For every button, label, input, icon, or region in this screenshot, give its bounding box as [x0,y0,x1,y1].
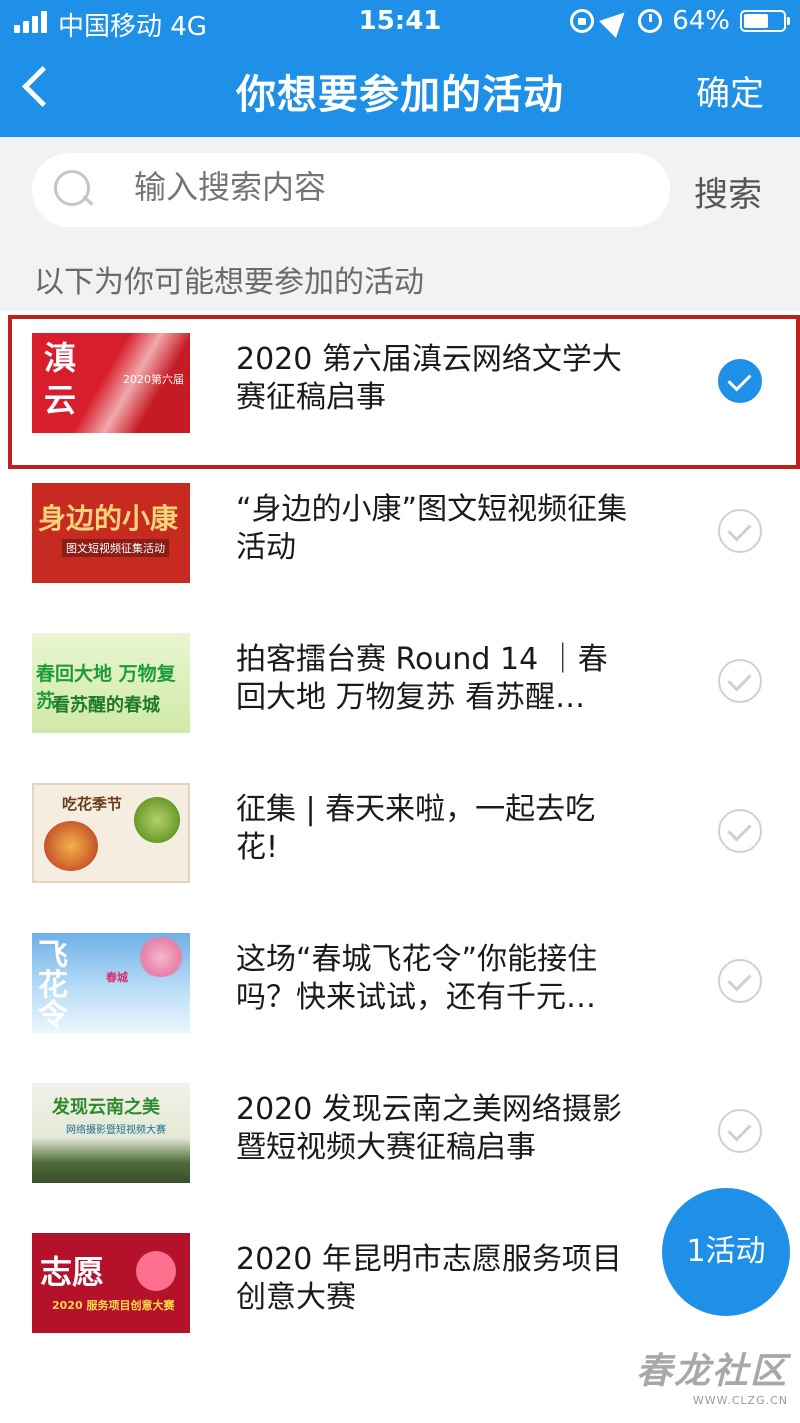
thumbnail-text: 志愿 [40,1253,105,1291]
thumbnail-caption: 2020第六届 [123,373,184,386]
list-item[interactable]: 春回大地 万物复苏 看苏醒的春城 拍客擂台赛 Round 14 ｜春回大地 万物… [0,611,800,761]
check-icon[interactable] [718,659,762,703]
list-item[interactable]: 发现云南之美 网络摄影暨短视频大赛 2020 发现云南之美网络摄影暨短视频大赛征… [0,1061,800,1211]
activity-title: “身边的小康”图文短视频征集活动 [236,492,628,565]
orientation-lock-icon [570,9,595,33]
status-bar: 中国移动 4G 15:41 64% [0,0,800,46]
thumbnail-caption: 2020 服务项目创意大赛 [52,1299,175,1312]
search-input[interactable] [134,169,634,206]
thumbnail-text: 身边的小康 [38,502,179,535]
top-bar: 中国移动 4G 15:41 64% 你想要参加的活动 确定 [0,0,800,137]
location-icon [599,4,634,38]
watermark-url: WWW.CLZG.CN [692,1394,788,1407]
thumbnail-caption: 看苏醒的春城 [52,695,160,716]
activity-thumbnail: 滇云 2020第六届 [32,333,190,433]
activity-thumbnail: 发现云南之美 网络摄影暨短视频大赛 [32,1083,190,1183]
search-icon [54,170,94,210]
activity-thumbnail: 吃花季节 [32,783,190,883]
list-item[interactable]: 身边的小康 图文短视频征集活动 “身边的小康”图文短视频征集活动 [0,461,800,611]
hint-row: 以下为你可能想要参加的活动 [0,243,800,311]
thumbnail-caption: 春城 [106,971,128,984]
battery-icon [740,10,790,32]
thumbnail-caption: 网络摄影暨短视频大赛 [66,1125,166,1136]
activity-thumbnail: 身边的小康 图文短视频征集活动 [32,483,190,583]
confirm-button[interactable]: 确定 [696,66,764,115]
status-right-group: 64% [570,4,790,38]
activity-title: 拍客擂台赛 Round 14 ｜春回大地 万物复苏 看苏醒… [236,642,608,715]
activity-title: 2020 年昆明市志愿服务项目创意大赛 [236,1242,622,1315]
watermark-logo-text: 春龙社区 [635,1350,788,1392]
food-image [134,797,180,843]
heart-decoration [136,1251,176,1291]
page-title: 你想要参加的活动 [236,72,564,118]
watermark-logo: 春龙社区 WWW.CLZG.CN [636,1342,788,1407]
search-box[interactable] [32,153,670,227]
list-item[interactable]: 滇云 2020第六届 2020 第六届滇云网络文学大赛征稿启事 [0,311,800,469]
check-icon[interactable] [718,809,762,853]
activity-title: 2020 发现云南之美网络摄影暨短视频大赛征稿启事 [236,1092,622,1165]
food-image [44,821,98,871]
check-icon[interactable] [718,509,762,553]
activity-thumbnail: 飞花令 春城 [32,933,190,1033]
thumbnail-caption: 图文短视频征集活动 [62,539,169,557]
nav-bar: 你想要参加的活动 确定 [0,46,800,137]
list-item[interactable]: 吃花季节 征集 | 春天来啦，一起去吃花! [0,761,800,911]
thumbnail-text: 滇云 [44,339,77,419]
blossom-decoration [136,937,186,977]
search-button[interactable]: 搜索 [694,167,762,216]
alarm-icon [638,9,663,33]
activity-thumbnail: 春回大地 万物复苏 看苏醒的春城 [32,633,190,733]
selected-count-button[interactable]: 1活动 [662,1188,790,1316]
activity-title: 征集 | 春天来啦，一起去吃花! [236,792,596,865]
thumbnail-text: 发现云南之美 [52,1097,160,1118]
check-icon[interactable] [718,1109,762,1153]
check-icon[interactable] [718,959,762,1003]
hint-text: 以下为你可能想要参加的活动 [34,265,424,300]
list-item[interactable]: 飞花令 春城 这场“春城飞花令”你能接住吗？快来试试，还有千元… [0,911,800,1061]
battery-percent: 64% [672,6,730,36]
thumbnail-text: 吃花季节 [62,795,123,813]
search-area: 搜索 [0,137,800,243]
activity-title: 这场“春城飞花令”你能接住吗？快来试试，还有千元… [236,942,598,1015]
check-icon[interactable] [718,359,762,403]
thumbnail-text: 飞花令 [38,938,68,1033]
activity-title: 2020 第六届滇云网络文学大赛征稿启事 [236,342,622,415]
activity-thumbnail: 志愿 2020 服务项目创意大赛 [32,1233,190,1333]
